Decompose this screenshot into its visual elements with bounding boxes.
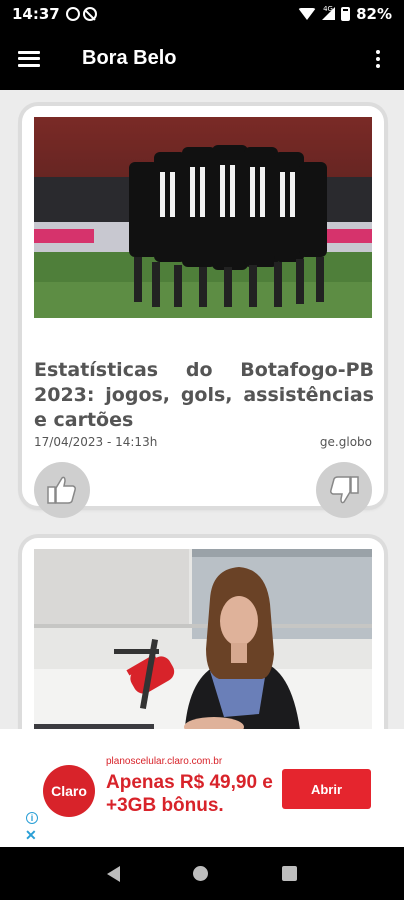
status-time: 14:37 [12,4,60,23]
back-icon[interactable] [106,865,120,882]
hamburger-menu-icon[interactable] [18,50,40,67]
signal-icon: 4G [322,5,336,20]
thumbs-up-icon [47,476,76,504]
system-nav-bar [0,847,404,900]
recents-icon[interactable] [282,866,298,881]
news-feed[interactable]: Estatísticas do Botafogo-PB 2023: jogos,… [0,90,404,729]
thumbs-down-button[interactable] [316,462,372,518]
ad-close-icon[interactable]: ✕ [25,827,37,844]
team-huddle-photo [34,117,372,318]
wifi-icon [298,7,317,20]
battery-icon [341,6,351,21]
home-icon[interactable] [193,866,209,881]
article-card[interactable] [22,538,384,729]
article-image[interactable] [34,117,372,318]
ad-url[interactable]: planoscelular.claro.com.br [106,756,222,767]
article-source: ge.globo [319,435,372,449]
thumbs-up-button[interactable] [34,462,90,518]
status-bar: 14:37 4G 82% [0,0,404,27]
app-bar: Bora Belo [0,27,404,90]
blocked-icon [82,6,97,21]
ad-info-icon[interactable]: i [26,812,38,824]
more-vert-icon[interactable] [370,49,386,68]
article-card[interactable]: Estatísticas do Botafogo-PB 2023: jogos,… [22,106,384,518]
article-image[interactable] [34,549,372,729]
status-notification-icons [65,6,97,21]
ad-open-button[interactable]: Abrir [282,769,371,809]
battery-percent: 82% [356,4,392,23]
article-title[interactable]: Estatísticas do Botafogo-PB 2023: jogos,… [34,358,374,433]
whatsapp-icon [65,6,80,21]
ad-logo[interactable]: Claro [43,765,95,817]
ad-headline[interactable]: Apenas R$ 49,90 e +3GB bônus. [106,771,281,817]
ad-banner[interactable]: Claro planoscelular.claro.com.br Apenas … [0,729,404,847]
thumbs-down-icon [330,476,359,504]
status-system-icons: 4G 82% [298,5,392,23]
article-date: 17/04/2023 - 14:13h [34,435,158,449]
app-title: Bora Belo [82,47,177,69]
woman-radio-studio-photo [34,549,372,729]
